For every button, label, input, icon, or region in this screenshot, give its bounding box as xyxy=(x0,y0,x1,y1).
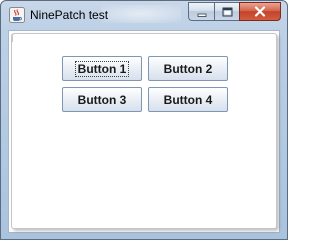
app-window: NinePatch test Button 1 Button 2 Button … xyxy=(0,0,288,240)
minimize-button[interactable] xyxy=(188,2,214,21)
maximize-button[interactable] xyxy=(214,2,239,21)
maximize-icon xyxy=(222,2,233,21)
minimize-icon xyxy=(197,2,207,21)
panel-tab-notch xyxy=(12,33,31,42)
close-button[interactable] xyxy=(239,2,281,21)
button-1-label: Button 1 xyxy=(74,60,130,77)
ninepatch-panel: Button 1 Button 2 Button 3 Button 4 xyxy=(11,33,277,229)
button-4[interactable]: Button 4 xyxy=(148,87,228,112)
close-icon xyxy=(254,2,266,21)
window-title: NinePatch test xyxy=(30,8,109,22)
java-cup-icon[interactable] xyxy=(9,7,25,23)
button-2-label: Button 2 xyxy=(163,61,213,76)
button-3[interactable]: Button 3 xyxy=(62,87,142,112)
button-1[interactable]: Button 1 xyxy=(62,56,142,81)
button-2[interactable]: Button 2 xyxy=(148,56,228,81)
title-bar[interactable]: NinePatch test xyxy=(1,1,287,29)
button-3-label: Button 3 xyxy=(77,92,127,107)
title-glow xyxy=(101,5,181,23)
button-4-label: Button 4 xyxy=(163,92,213,107)
window-controls xyxy=(188,2,281,21)
content-pane: Button 1 Button 2 Button 3 Button 4 xyxy=(8,30,280,233)
